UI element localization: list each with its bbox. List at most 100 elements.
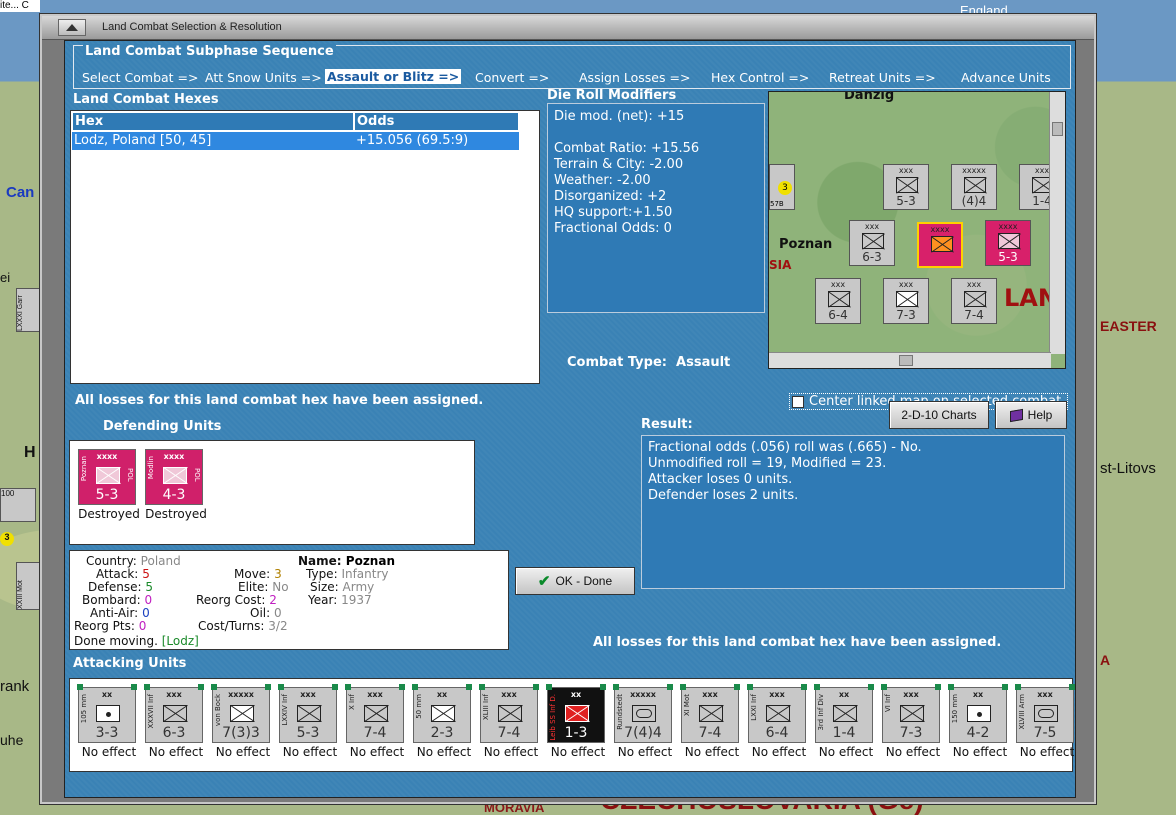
attacker-unit[interactable]: xxxxx von Bock 7(3)3 No effect [211, 684, 272, 759]
minimap-counter-2[interactable]: xxxxx (4)4 [951, 164, 997, 210]
info-key: Reorg Pts: [74, 619, 135, 633]
info-key: Move: [234, 567, 271, 581]
attacker-unit[interactable]: xxx X Inf 7-4 No effect [345, 684, 406, 759]
unit-counter[interactable]: xxxx Poznan POL 5-3 [78, 449, 136, 505]
attacker-unit[interactable]: xx 50 mm 2-3 No effect [412, 684, 473, 759]
attacker-unit[interactable]: xxx XLIII Inf 7-4 No effect [479, 684, 540, 759]
unit-counter[interactable]: xx 105 mm 3-3 [77, 684, 137, 743]
unit-counter[interactable]: xxxxx von Bock 7(3)3 [211, 684, 271, 743]
info-key: Attack: [96, 567, 139, 581]
result-line-3: Attacker loses 0 units. [648, 472, 793, 487]
seq-hex-control[interactable]: Hex Control => [711, 70, 809, 85]
ok-done-button[interactable]: ✔ OK - Done [515, 567, 635, 595]
minimap-counter-combat[interactable]: xxxx [917, 222, 963, 268]
unit-counter[interactable]: xxxxx Rundstedt 7(4)4 [613, 684, 673, 743]
minimap-vscroll-thumb[interactable] [1052, 122, 1063, 136]
minimap-counter-9[interactable]: xxx 7-4 [951, 278, 997, 324]
mm-value: (4)4 [961, 194, 987, 208]
attacker-unit[interactable]: xxx LXXIV Inf 5-3 No effect [278, 684, 339, 759]
unit-counter[interactable]: xxx LXXIV Inf 5-3 [278, 684, 338, 743]
unit-counter[interactable]: xxxx Modlin POL 4-3 [145, 449, 203, 505]
unit-value: 6-3 [162, 725, 186, 741]
unit-counter[interactable]: xxx XLVIII Arm 7-5 [1015, 684, 1075, 743]
attacker-unit[interactable]: xx 150 mm 4-2 No effect [948, 684, 1009, 759]
unit-name: XXXVII Inf [147, 694, 155, 729]
minimap-counter-8[interactable]: xxx 7-3 [883, 278, 929, 324]
attacker-unit[interactable]: xxxxx Rundstedt 7(4)4 No effect [613, 684, 674, 759]
attacker-unit[interactable]: xxx XXXVII Inf 6-3 No effect [144, 684, 205, 759]
unit-counter[interactable]: xxx XXXVII Inf 6-3 [144, 684, 204, 743]
attacker-unit[interactable]: xx Leib SS Inf D. 1-3 No effect [546, 684, 607, 759]
col-hex[interactable]: Hex [72, 112, 354, 131]
linked-minimap[interactable]: Danzig Poznan SIA LAN 3 57B xxx 5-3 xxxxx… [768, 91, 1066, 369]
window-title: Land Combat Selection & Resolution [102, 21, 282, 33]
attacker-unit[interactable]: xxx XI Mot 7-4 No effect [680, 684, 741, 759]
help-button[interactable]: Help [995, 401, 1067, 429]
info-key: Type: [306, 567, 338, 581]
collapse-button[interactable] [58, 19, 86, 36]
map-label-ei: ei [0, 270, 11, 285]
unit-counter[interactable]: xxx LXXI Inf 6-4 [747, 684, 807, 743]
seq-retreat-units[interactable]: Retreat Units => [829, 70, 936, 85]
charts-button-label: 2-D-10 Charts [901, 408, 977, 422]
unit-counter[interactable]: xx 50 mm 2-3 [412, 684, 472, 743]
mm-size: xxxx [930, 225, 950, 234]
unit-counter[interactable]: xx 150 mm 4-2 [948, 684, 1008, 743]
seq-convert[interactable]: Convert => [475, 70, 549, 85]
seq-att-snow-units[interactable]: Att Snow Units => [205, 70, 322, 85]
table-row-odds[interactable]: +15.056 (69.5:9) [354, 132, 519, 150]
die-line-6: Disorganized: +2 [554, 189, 667, 204]
minimap-counter-4[interactable]: xxx 6-3 [849, 220, 895, 266]
minimap-counter-1[interactable]: xxx 5-3 [883, 164, 929, 210]
defender-unit[interactable]: xxxx Modlin POL 4-3 Destroyed [145, 449, 207, 521]
left-counter-1: LXXXI Garr [16, 288, 40, 332]
table-row-hex[interactable]: Lodz, Poland [50, 45] [72, 132, 354, 150]
defender-unit[interactable]: xxxx Poznan POL 5-3 Destroyed [78, 449, 140, 521]
info-value: Poland [140, 554, 181, 568]
attacker-unit[interactable]: xxx LXXI Inf 6-4 No effect [747, 684, 808, 759]
seq-assign-losses[interactable]: Assign Losses => [579, 70, 690, 85]
infantry-icon [163, 467, 187, 484]
seq-advance-units[interactable]: Advance Units [961, 70, 1051, 85]
infantry-icon [163, 705, 187, 722]
minimap-counter-7[interactable]: xxx 6-4 [815, 278, 861, 324]
infantry-icon [699, 705, 723, 722]
attacker-unit[interactable]: xxx XLVIII Arm 7-5 No effect [1015, 684, 1076, 759]
seq-assault-or-blitz[interactable]: Assault or Blitz => [325, 69, 462, 84]
minimap-counter-6[interactable]: xxxx 5-3 [985, 220, 1031, 266]
col-odds[interactable]: Odds [354, 112, 519, 131]
left-counter-4: XXIII Mot [16, 562, 40, 610]
info-value: 0 [142, 606, 150, 620]
unit-status: No effect [684, 745, 740, 759]
info-key: Cost/Turns: [198, 619, 265, 633]
seq-select-combat[interactable]: Select Combat => [82, 70, 199, 85]
mm-value: 5-3 [998, 250, 1018, 264]
mm-size: xxx [830, 280, 846, 289]
attacker-unit[interactable]: xxx VI Inf 7-3 No effect [881, 684, 942, 759]
unit-value: 4-3 [162, 487, 186, 503]
attacker-unit[interactable]: xx 105 mm 3-3 No effect [77, 684, 138, 759]
checkbox-box[interactable] [792, 395, 804, 408]
unit-value: 7-4 [497, 725, 521, 741]
die-line-4: Terrain & City: -2.00 [554, 157, 684, 172]
minimap-vertical-scrollbar[interactable] [1049, 92, 1065, 354]
minimap-edge-counter: 3 57B [769, 164, 795, 210]
info-value: Poznan [345, 554, 395, 568]
unit-counter[interactable]: xx Leib SS Inf D. 1-3 [546, 684, 606, 743]
unit-counter[interactable]: xxx X Inf 7-4 [345, 684, 405, 743]
unit-name: Modlin [147, 456, 155, 480]
unit-counter[interactable]: xxx XLIII Inf 7-4 [479, 684, 539, 743]
info-cost-turns: Cost/Turns: 3/2 [198, 620, 288, 633]
unit-counter[interactable]: xxx VI Inf 7-3 [881, 684, 941, 743]
minimap-hscroll-thumb[interactable] [899, 355, 913, 366]
unit-value: 5-3 [95, 487, 119, 503]
checkmark-icon: ✔ [537, 573, 551, 590]
unit-counter[interactable]: xx 3rd Inf Div 1-4 [814, 684, 874, 743]
minimap-horizontal-scrollbar[interactable] [769, 352, 1051, 368]
charts-button[interactable]: 2-D-10 Charts [889, 401, 989, 429]
unit-counter[interactable]: xxx XI Mot 7-4 [680, 684, 740, 743]
attacker-unit[interactable]: xx 3rd Inf Div 1-4 No effect [814, 684, 875, 759]
infantry-icon [828, 291, 850, 307]
info-value: 3 [274, 567, 282, 581]
unit-value: 7-4 [363, 725, 387, 741]
